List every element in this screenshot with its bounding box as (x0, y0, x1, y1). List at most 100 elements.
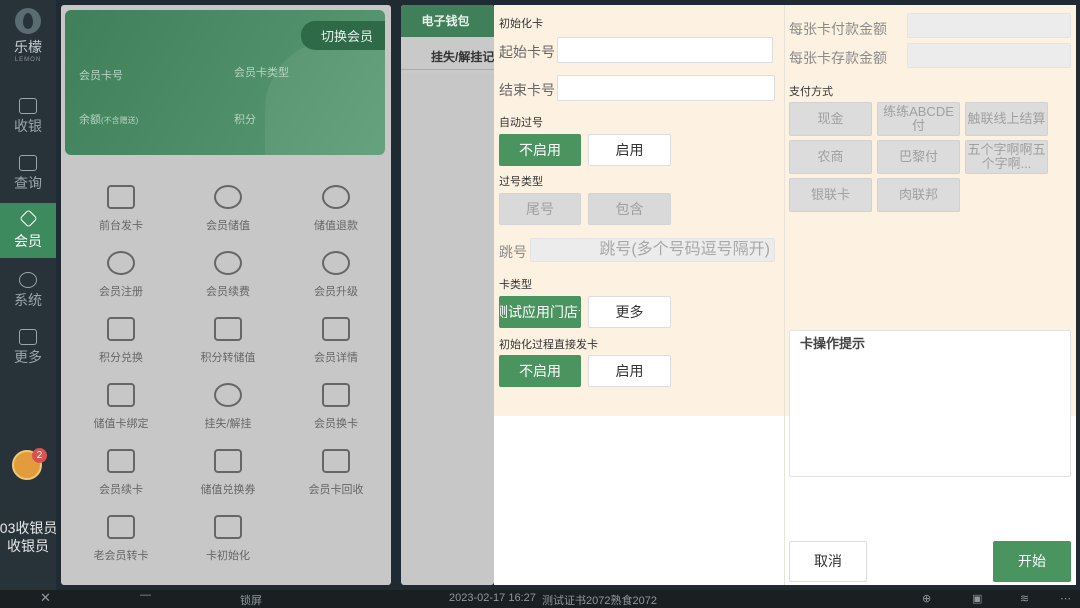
op-label: 老会员转卡 (93, 550, 149, 562)
close-icon[interactable]: ✕ (40, 590, 51, 606)
card-reset-icon (214, 515, 242, 539)
auto-skip-label: 自动过号 (499, 117, 543, 129)
lock-screen-button[interactable]: 锁屏 (240, 592, 262, 608)
end-card-label: 结束卡号 (499, 82, 555, 98)
auto-skip-off-button[interactable]: 不启用 (499, 134, 581, 166)
grid-icon (19, 329, 37, 345)
op-label: 积分转储值 (200, 352, 256, 364)
user-detail-icon (322, 317, 350, 341)
op-yen-refund[interactable]: 储值退款 (286, 185, 386, 245)
card-transfer-old-icon (107, 515, 135, 539)
op-card-reset[interactable]: 卡初始化 (178, 515, 278, 575)
nav-label: 会员 (14, 233, 42, 249)
wifi-icon: ≋ (1020, 593, 1030, 605)
balance-text: 余额 (79, 114, 101, 126)
pay-method-bali[interactable]: 巴黎付 (877, 140, 960, 174)
op-label: 会员注册 (99, 286, 143, 298)
direct-issue-label: 初始化过程直接发卡 (499, 339, 598, 351)
jump-label: 跳号 (499, 244, 527, 260)
pay-method-nongshang[interactable]: 农商 (789, 140, 872, 174)
pay-method-unionpay[interactable]: 银联卡 (789, 178, 872, 212)
nav-item-member[interactable]: 会员 (0, 203, 56, 258)
direct-issue-on-button[interactable]: 启用 (588, 355, 671, 387)
diamond-icon (18, 209, 38, 228)
pay-per-card-input[interactable] (907, 13, 1071, 38)
op-label: 会员详情 (314, 352, 358, 364)
op-lock[interactable]: 挂失/解挂 (178, 383, 278, 443)
nav-item-more[interactable]: 更多 (0, 323, 56, 378)
op-label: 会员续卡 (99, 484, 143, 496)
monitor-icon (19, 98, 37, 114)
cancel-button[interactable]: 取消 (789, 541, 867, 582)
nav-item-cashier[interactable]: 收银 (0, 92, 56, 147)
pay-method-five-chars[interactable]: 五个字啊啊五个字啊... (965, 140, 1048, 174)
card-type-selected-button[interactable]: 测试应用门店卡 (499, 296, 581, 328)
op-label: 积分兑换 (99, 352, 143, 364)
tab-loss-records[interactable]: 挂失/解挂记录 (401, 38, 494, 70)
card-icon (107, 185, 135, 209)
op-user-add[interactable]: 会员注册 (71, 251, 171, 311)
pay-per-card-label: 每张卡付款金额 (789, 21, 887, 37)
op-voucher[interactable]: 储值兑换券 (178, 449, 278, 509)
cashier-role: 收银员 (7, 538, 49, 554)
op-card-yen[interactable]: 会员续卡 (71, 449, 171, 509)
start-button[interactable]: 开始 (993, 541, 1071, 582)
op-card-swap[interactable]: 会员换卡 (286, 383, 386, 443)
op-piggy-bank[interactable]: 会员储值 (178, 185, 278, 245)
points-label: 积分 (234, 114, 256, 126)
op-database[interactable]: 积分兑换 (71, 317, 171, 377)
card-recycle-icon (322, 449, 350, 473)
deposit-per-card-label: 每张卡存款金额 (789, 50, 887, 66)
op-label: 储值卡绑定 (93, 418, 149, 430)
op-card-recycle[interactable]: 会员卡回收 (286, 449, 386, 509)
cashier-info: 003收银员 收银员 (0, 519, 56, 555)
balance-label: 余额(不含赠送) (79, 111, 138, 127)
pay-method-lianlian[interactable]: 练练ABCDE付 (877, 102, 960, 136)
lemon-logo-icon (15, 8, 41, 34)
tab-electronic-wallet[interactable]: 电子钱包 (401, 5, 494, 37)
end-card-input[interactable] (557, 75, 775, 101)
dialog-divider (784, 5, 785, 585)
nav-label: 查询 (14, 175, 42, 191)
globe-icon[interactable]: ⊕ (922, 592, 931, 605)
nav-item-system[interactable]: 系统 (0, 266, 56, 321)
yen-refund-icon (322, 185, 350, 209)
op-label: 储值兑换券 (200, 484, 256, 496)
op-card-transfer-old[interactable]: 老会员转卡 (71, 515, 171, 575)
skip-contains-button[interactable]: 包含 (588, 193, 671, 225)
op-user-detail[interactable]: 会员详情 (286, 317, 386, 377)
pay-method-cash[interactable]: 现金 (789, 102, 872, 136)
taskbar: ✕ — 锁屏 2023-02-17 16:27 测试证书2072熟食2072 ⊕… (0, 589, 1080, 608)
skip-tail-button[interactable]: 尾号 (499, 193, 581, 225)
op-card-bind[interactable]: 储值卡绑定 (71, 383, 171, 443)
pay-method-label: 支付方式 (789, 86, 833, 98)
op-label: 会员换卡 (314, 418, 358, 430)
switch-member-button[interactable]: 切换会员 (300, 21, 385, 50)
op-user-upgrade[interactable]: 会员升级 (286, 251, 386, 311)
member-card: 切换会员 会员卡号 会员卡类型 余额(不含赠送) 积分 (65, 10, 385, 155)
logo-subtitle: LEMON (14, 57, 42, 63)
op-card-transfer[interactable]: 积分转储值 (178, 317, 278, 377)
search-doc-icon (19, 155, 37, 171)
op-card[interactable]: 前台发卡 (71, 185, 171, 245)
minimize-icon[interactable]: — (140, 589, 151, 601)
pay-method-roulianbang[interactable]: 肉联邦 (877, 178, 960, 212)
jump-input[interactable]: 跳号(多个号码逗号隔开) (530, 238, 775, 262)
direct-issue-off-button[interactable]: 不启用 (499, 355, 581, 387)
card-transfer-icon (214, 317, 242, 341)
card-yen-icon (107, 449, 135, 473)
more-icon[interactable]: ⋯ (1060, 592, 1071, 605)
auto-skip-on-button[interactable]: 启用 (588, 134, 671, 166)
card-type-label: 会员卡类型 (234, 67, 289, 79)
start-card-input[interactable] (557, 37, 773, 63)
pay-method-chulian[interactable]: 触联线上结算 (965, 102, 1048, 136)
card-type-more-button[interactable]: 更多 (588, 296, 671, 328)
monitor-small-icon[interactable]: ▣ (972, 592, 982, 605)
nav-item-query[interactable]: 查询 (0, 149, 56, 204)
op-user-renew[interactable]: 会员续费 (178, 251, 278, 311)
op-label: 会员续费 (206, 286, 250, 298)
card-swap-icon (322, 383, 350, 407)
deposit-per-card-input[interactable] (907, 43, 1071, 68)
op-label: 会员升级 (314, 286, 358, 298)
nav-label: 系统 (14, 292, 42, 308)
